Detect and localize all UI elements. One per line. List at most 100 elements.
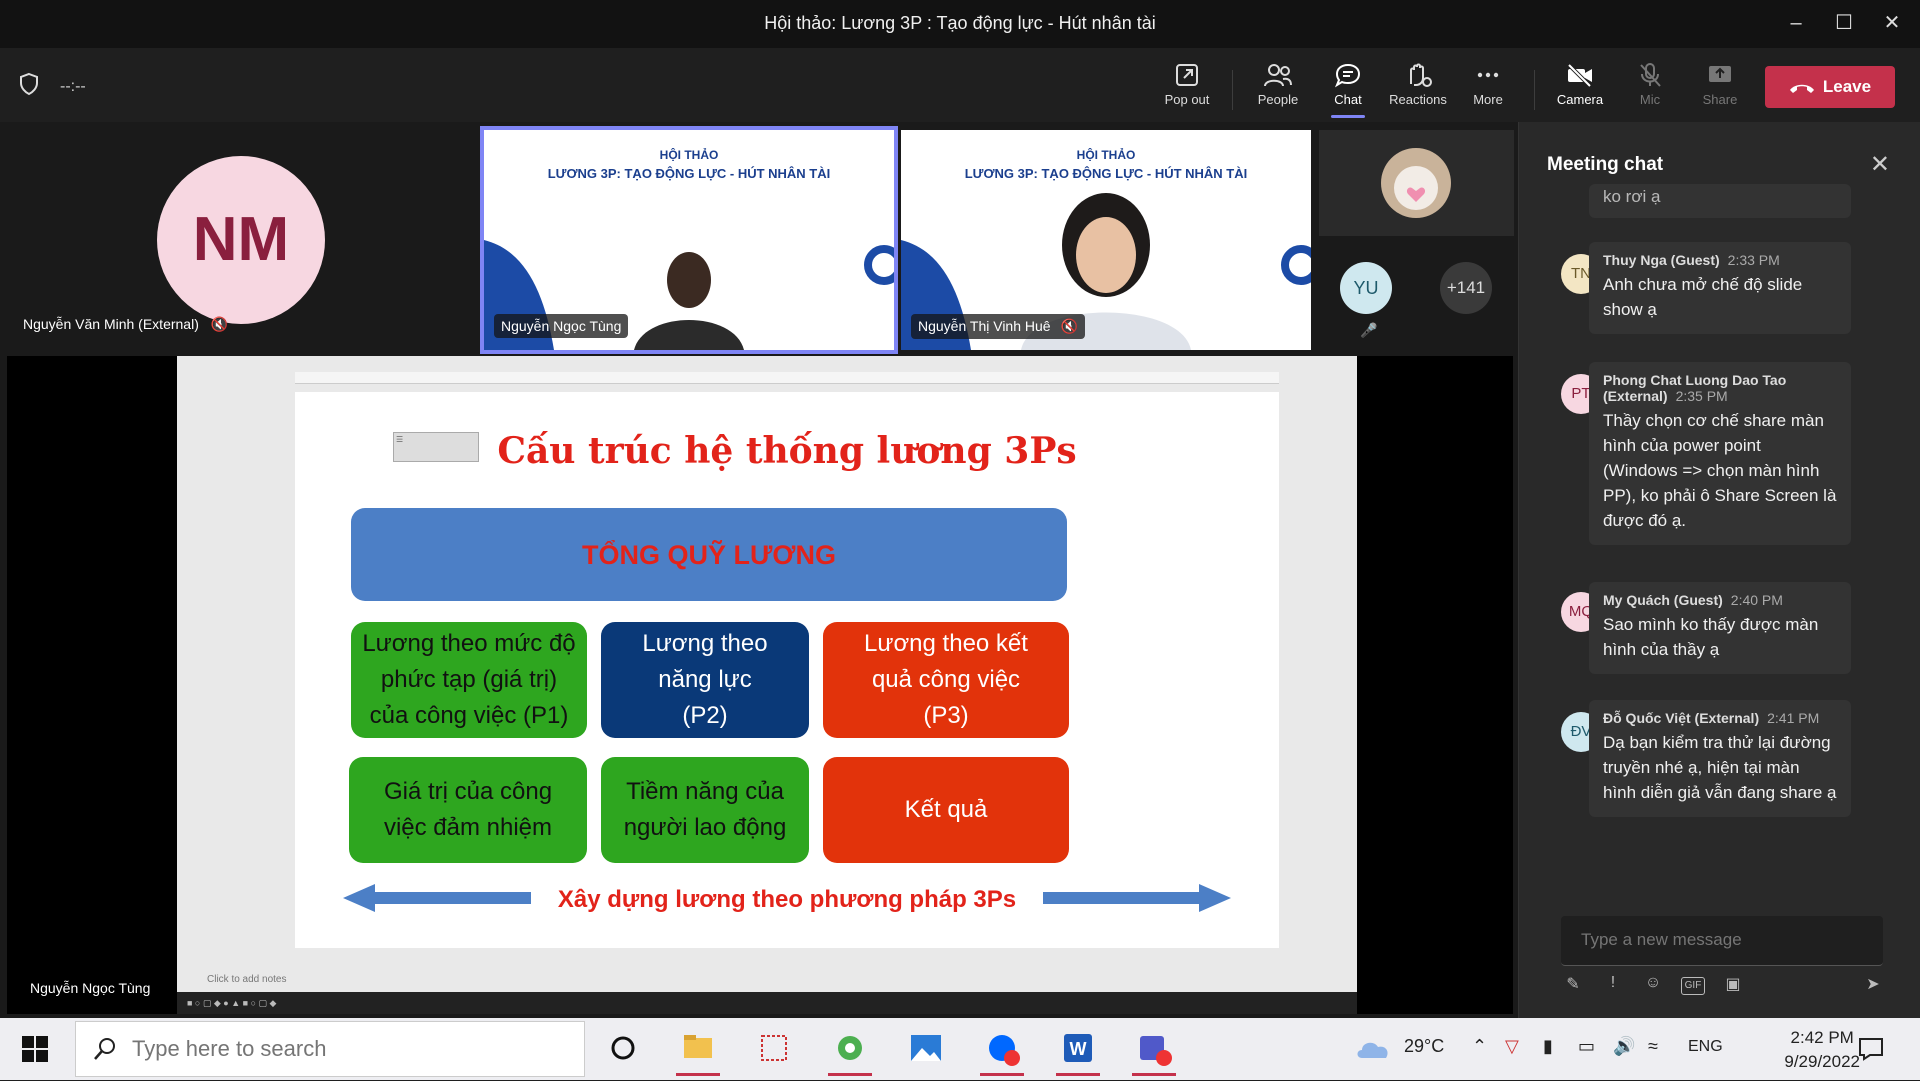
overflow-participants-button[interactable]: +141	[1440, 262, 1492, 314]
file-explorer-icon[interactable]	[668, 1026, 728, 1076]
participant-name-minh: Nguyễn Văn Minh (External) 🔇	[23, 316, 229, 332]
more-icon	[1477, 72, 1499, 78]
share-label: Share	[1702, 92, 1738, 107]
video-tile-guest[interactable]	[1319, 130, 1514, 236]
cortana-icon[interactable]	[593, 1026, 653, 1076]
p3-box: Lương theo kết quả công việc (P3)	[823, 622, 1069, 738]
mic-muted-icon: 🔇	[1060, 318, 1078, 334]
teams-icon[interactable]	[1124, 1026, 1184, 1076]
participant-name-hue: Nguyễn Thị Vinh Huê 🔇	[911, 314, 1085, 339]
photos-icon[interactable]	[896, 1026, 956, 1076]
close-window-button[interactable]: ✕	[1868, 0, 1916, 48]
leave-button[interactable]: Leave	[1765, 66, 1895, 108]
video-tile-hue[interactable]: HỘI THẢO LƯƠNG 3P: TẠO ĐỘNG LỰC - HÚT NH…	[901, 130, 1311, 350]
chat-label: Chat	[1334, 92, 1362, 107]
format-icon[interactable]: ✎	[1561, 974, 1585, 998]
video-tile-tung[interactable]: HỘI THẢO LƯƠNG 3P: TẠO ĐỘNG LỰC - HÚT NH…	[480, 126, 898, 354]
p1-box: Lương theo mức độ phức tạp (giá trị) của…	[351, 622, 587, 738]
chat-icon	[1334, 63, 1361, 88]
meeting-timer: --:--	[60, 78, 86, 95]
close-icon[interactable]: ✕	[1870, 150, 1890, 179]
volume-icon[interactable]: 🔊	[1613, 1036, 1635, 1057]
search-icon	[94, 1038, 115, 1060]
ruler	[295, 372, 1279, 384]
r2-box: Tiềm năng của người lao động	[601, 757, 809, 863]
leave-label: Leave	[1822, 77, 1872, 96]
clock[interactable]: 2:42 PM 9/29/2022	[1784, 1026, 1860, 1074]
antivirus-icon[interactable]: ▽	[1505, 1036, 1519, 1057]
important-icon[interactable]: !	[1601, 974, 1625, 998]
search-input[interactable]	[132, 1036, 552, 1062]
emoji-icon[interactable]: ☺	[1641, 974, 1665, 998]
window-title: Hội thảo: Lương 3P : Tạo động lực - Hút …	[764, 13, 1156, 33]
r1-box: Giá trị của công việc đảm nhiệm	[349, 757, 587, 863]
chat-header: Meeting chat	[1547, 154, 1664, 175]
svg-text:W: W	[1070, 1039, 1087, 1059]
mic-muted-icon: 🔇	[210, 316, 229, 332]
mic-off-icon	[1640, 63, 1661, 87]
wifi-icon[interactable]: ≈	[1648, 1036, 1658, 1057]
shared-taskbar: ■ ○ ▢ ◆ ● ▲ ■ ○ ▢ ◆	[177, 992, 1357, 1014]
presenter-name: Nguyễn Ngọc Tùng	[30, 980, 151, 996]
toolbar-divider	[1232, 70, 1233, 110]
pop-out-label: Pop out	[1164, 92, 1210, 107]
p2-box: Lương theo năng lực (P2)	[601, 622, 809, 738]
camera-off-icon	[1567, 63, 1592, 88]
meeting-toolbar: --:-- Pop out People Chat Reactions More…	[0, 48, 1920, 122]
avatar-photo	[1381, 148, 1451, 218]
avatar-nm: NM	[157, 156, 325, 324]
camera-label: Camera	[1556, 92, 1604, 107]
chat-message: My Quách (Guest) 2:40 PM Sao mình ko thấy…	[1589, 582, 1851, 674]
sticker-icon[interactable]: ▣	[1721, 974, 1745, 998]
chat-button[interactable]: Chat	[1313, 58, 1383, 118]
battery-icon[interactable]: ▭	[1578, 1036, 1595, 1057]
share-tray-icon	[1709, 66, 1731, 82]
minimize-button[interactable]: –	[1772, 0, 1820, 48]
active-indicator	[1331, 115, 1365, 118]
pop-out-icon	[1176, 64, 1198, 86]
browser-icon[interactable]	[820, 1026, 880, 1076]
raise-hand-icon	[1410, 63, 1432, 87]
slide-title: Cấu trúc hệ thống lương 3Ps	[497, 430, 1077, 472]
more-button[interactable]: More	[1453, 58, 1523, 118]
avatar-yu[interactable]: YU	[1340, 262, 1392, 314]
people-icon	[1264, 64, 1292, 87]
reactions-button[interactable]: Reactions	[1383, 58, 1453, 118]
maximize-button[interactable]: ☐	[1820, 0, 1868, 48]
r3-box: Kết quả	[823, 757, 1069, 863]
title-bar: Hội thảo: Lương 3P : Tạo động lực - Hút …	[0, 0, 1920, 48]
cat-avatar-icon	[1394, 166, 1438, 210]
message-input[interactable]	[1561, 916, 1883, 964]
people-label: People	[1257, 92, 1299, 107]
snipping-tool-icon[interactable]	[744, 1026, 804, 1076]
shield-icon	[18, 72, 40, 101]
chevron-up-icon[interactable]: ⌃	[1472, 1036, 1487, 1057]
slide-footer: Xây dựng lương theo phương pháp 3Ps	[557, 886, 1017, 913]
weather-temp[interactable]: 29°C	[1404, 1036, 1444, 1057]
language-indicator[interactable]: ENG	[1688, 1038, 1723, 1056]
compose-box[interactable]	[1561, 916, 1883, 966]
pop-out-button[interactable]: Pop out	[1152, 58, 1222, 118]
notifications-icon[interactable]	[1858, 1037, 1884, 1061]
share-button[interactable]: Share	[1685, 58, 1755, 118]
chat-message: Phong Chat Luong Dao Tao (External) 2:35 …	[1589, 362, 1851, 545]
more-label: More	[1473, 92, 1503, 107]
mic-button[interactable]: Mic	[1615, 58, 1685, 118]
gif-icon[interactable]: GIF	[1681, 977, 1705, 995]
notes-pane: Click to add notes	[207, 974, 287, 985]
zalo-icon[interactable]	[972, 1026, 1032, 1076]
send-icon[interactable]: ➤	[1861, 974, 1885, 998]
powerpoint-window: ☰ Cấu trúc hệ thống lương 3Ps TỔNG QUỸ L…	[177, 356, 1357, 1014]
camera-button[interactable]: Camera	[1545, 58, 1615, 118]
taskbar-search[interactable]	[75, 1021, 585, 1077]
meeting-chat-panel: Meeting chat ✕ ko rơi ạ TN Thuy Nga (Gue…	[1518, 122, 1920, 1018]
microphone-icon[interactable]: ▮	[1543, 1036, 1553, 1057]
mic-icon: 🎤	[1360, 322, 1378, 338]
weather-cloud-icon[interactable]	[1354, 1036, 1392, 1062]
word-icon[interactable]: W	[1048, 1026, 1108, 1076]
windows-start-icon[interactable]	[22, 1036, 48, 1062]
slide: ☰ Cấu trúc hệ thống lương 3Ps TỔNG QUỸ L…	[295, 392, 1279, 948]
participant-name-tung: Nguyễn Ngọc Tùng	[494, 314, 629, 338]
total-salary-box: TỔNG QUỸ LƯƠNG	[351, 508, 1067, 601]
people-button[interactable]: People	[1243, 58, 1313, 118]
